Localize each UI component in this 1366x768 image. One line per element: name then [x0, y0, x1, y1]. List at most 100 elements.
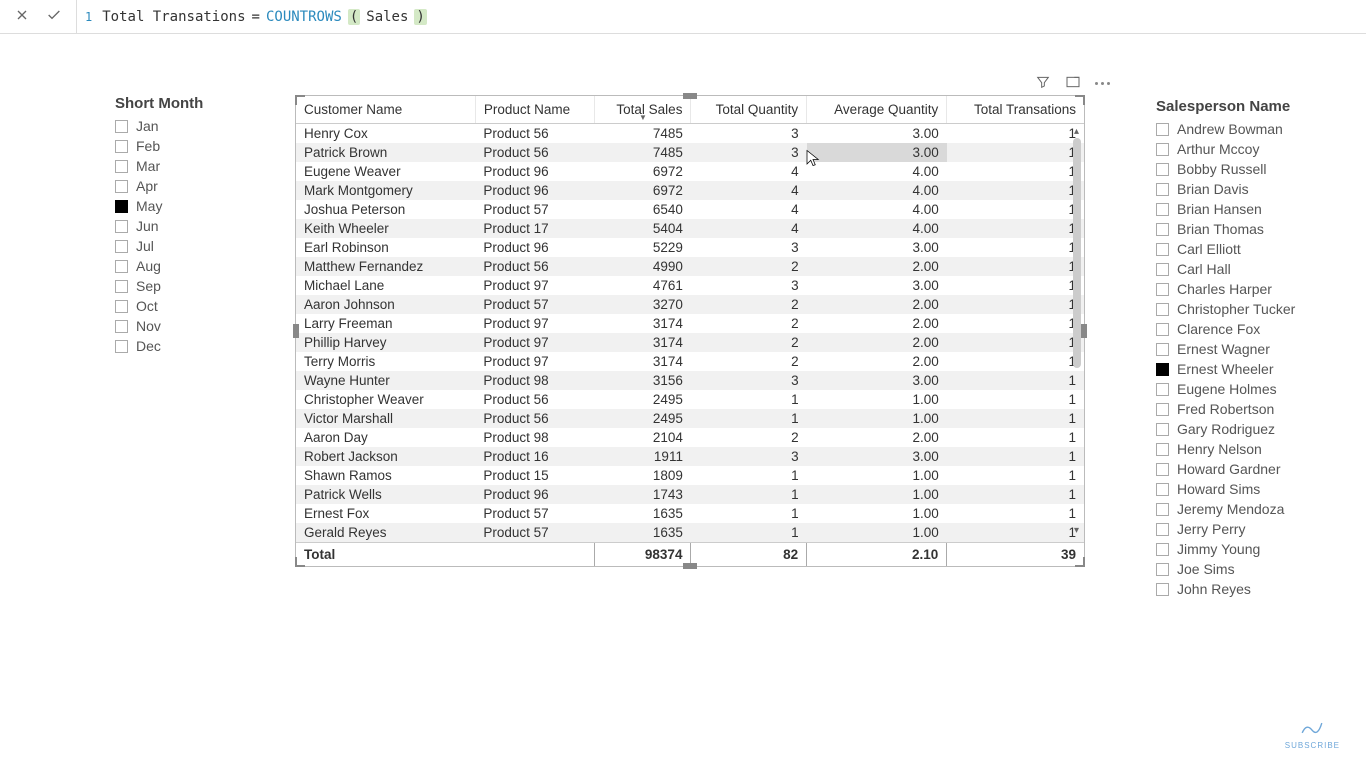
- col-header-customer[interactable]: Customer Name: [296, 96, 475, 124]
- table-row[interactable]: Mark Montgomery Product 96 6972 4 4.00 1: [296, 181, 1084, 200]
- col-header-trans[interactable]: Total Transations: [947, 96, 1084, 124]
- month-item[interactable]: Feb: [115, 138, 275, 154]
- table-row[interactable]: Keith Wheeler Product 17 5404 4 4.00 1: [296, 219, 1084, 238]
- salesperson-item[interactable]: Ernest Wagner: [1156, 341, 1316, 357]
- checkbox-icon[interactable]: [1156, 423, 1169, 436]
- checkbox-icon[interactable]: [1156, 543, 1169, 556]
- table-row[interactable]: Gerald Reyes Product 57 1635 1 1.00 1: [296, 523, 1084, 543]
- checkbox-icon[interactable]: [1156, 323, 1169, 336]
- month-item[interactable]: Oct: [115, 298, 275, 314]
- salesperson-item[interactable]: Jimmy Young: [1156, 541, 1316, 557]
- checkbox-icon[interactable]: [115, 240, 128, 253]
- salesperson-item[interactable]: Henry Nelson: [1156, 441, 1316, 457]
- checkbox-icon[interactable]: [1156, 183, 1169, 196]
- checkbox-icon[interactable]: [1156, 143, 1169, 156]
- checkbox-icon[interactable]: [1156, 263, 1169, 276]
- salesperson-item[interactable]: John Reyes: [1156, 581, 1316, 597]
- table-row[interactable]: Shawn Ramos Product 15 1809 1 1.00 1: [296, 466, 1084, 485]
- checkbox-icon[interactable]: [1156, 123, 1169, 136]
- checkbox-icon[interactable]: [115, 340, 128, 353]
- table-row[interactable]: Patrick Wells Product 96 1743 1 1.00 1: [296, 485, 1084, 504]
- focus-mode-icon[interactable]: [1065, 74, 1081, 93]
- checkbox-icon[interactable]: [1156, 223, 1169, 236]
- checkbox-icon[interactable]: [115, 120, 128, 133]
- scroll-thumb[interactable]: [1073, 138, 1081, 368]
- scroll-up-icon[interactable]: ▴: [1074, 126, 1079, 137]
- table-row[interactable]: Joshua Peterson Product 57 6540 4 4.00 1: [296, 200, 1084, 219]
- resize-handle[interactable]: [683, 563, 697, 569]
- month-item[interactable]: Dec: [115, 338, 275, 354]
- table-row[interactable]: Terry Morris Product 97 3174 2 2.00 1: [296, 352, 1084, 371]
- salesperson-item[interactable]: Fred Robertson: [1156, 401, 1316, 417]
- resize-handle[interactable]: [293, 324, 299, 338]
- salesperson-item[interactable]: Clarence Fox: [1156, 321, 1316, 337]
- table-row[interactable]: Larry Freeman Product 97 3174 2 2.00 1: [296, 314, 1084, 333]
- checkbox-icon[interactable]: [1156, 403, 1169, 416]
- salesperson-item[interactable]: Arthur Mccoy: [1156, 141, 1316, 157]
- checkbox-icon[interactable]: [115, 280, 128, 293]
- month-item[interactable]: May: [115, 198, 275, 214]
- cancel-formula-icon[interactable]: [14, 7, 30, 26]
- checkbox-icon[interactable]: [1156, 243, 1169, 256]
- filter-icon[interactable]: [1035, 74, 1051, 93]
- table-row[interactable]: Patrick Brown Product 56 7485 3 3.00 1: [296, 143, 1084, 162]
- month-item[interactable]: Sep: [115, 278, 275, 294]
- table-row[interactable]: Matthew Fernandez Product 56 4990 2 2.00…: [296, 257, 1084, 276]
- salesperson-item[interactable]: Brian Hansen: [1156, 201, 1316, 217]
- table-visual[interactable]: Customer Name Product Name Total Sales T…: [295, 95, 1085, 567]
- month-item[interactable]: Jun: [115, 218, 275, 234]
- table-row[interactable]: Henry Cox Product 56 7485 3 3.00 1: [296, 124, 1084, 144]
- salesperson-item[interactable]: Andrew Bowman: [1156, 121, 1316, 137]
- table-row[interactable]: Ernest Fox Product 57 1635 1 1.00 1: [296, 504, 1084, 523]
- checkbox-icon[interactable]: [1156, 283, 1169, 296]
- table-row[interactable]: Victor Marshall Product 56 2495 1 1.00 1: [296, 409, 1084, 428]
- col-header-sales[interactable]: Total Sales: [595, 96, 691, 124]
- scroll-down-icon[interactable]: ▾: [1074, 525, 1079, 536]
- table-row[interactable]: Earl Robinson Product 96 5229 3 3.00 1: [296, 238, 1084, 257]
- checkbox-icon[interactable]: [1156, 363, 1169, 376]
- checkbox-icon[interactable]: [1156, 443, 1169, 456]
- table-row[interactable]: Eugene Weaver Product 96 6972 4 4.00 1: [296, 162, 1084, 181]
- table-scrollbar[interactable]: ▴ ▾: [1069, 126, 1084, 536]
- table-row[interactable]: Phillip Harvey Product 97 3174 2 2.00 1: [296, 333, 1084, 352]
- table-row[interactable]: Robert Jackson Product 16 1911 3 3.00 1: [296, 447, 1084, 466]
- col-header-avg[interactable]: Average Quantity: [807, 96, 947, 124]
- salesperson-item[interactable]: Jeremy Mendoza: [1156, 501, 1316, 517]
- checkbox-icon[interactable]: [1156, 483, 1169, 496]
- checkbox-icon[interactable]: [115, 200, 128, 213]
- checkbox-icon[interactable]: [115, 260, 128, 273]
- checkbox-icon[interactable]: [1156, 463, 1169, 476]
- checkbox-icon[interactable]: [115, 300, 128, 313]
- checkbox-icon[interactable]: [1156, 163, 1169, 176]
- checkbox-icon[interactable]: [1156, 343, 1169, 356]
- checkbox-icon[interactable]: [1156, 583, 1169, 596]
- more-options-icon[interactable]: [1095, 82, 1110, 85]
- salesperson-item[interactable]: Ernest Wheeler: [1156, 361, 1316, 377]
- month-item[interactable]: Apr: [115, 178, 275, 194]
- salesperson-item[interactable]: Howard Gardner: [1156, 461, 1316, 477]
- resize-corner[interactable]: [295, 557, 305, 567]
- formula-input[interactable]: 1 Total Transations = COUNTROWS( Sales ): [77, 9, 435, 25]
- salesperson-item[interactable]: Carl Hall: [1156, 261, 1316, 277]
- checkbox-icon[interactable]: [115, 160, 128, 173]
- month-item[interactable]: Nov: [115, 318, 275, 334]
- month-item[interactable]: Mar: [115, 158, 275, 174]
- salesperson-item[interactable]: Charles Harper: [1156, 281, 1316, 297]
- salesperson-item[interactable]: Gary Rodriguez: [1156, 421, 1316, 437]
- checkbox-icon[interactable]: [1156, 383, 1169, 396]
- col-header-product[interactable]: Product Name: [475, 96, 595, 124]
- checkbox-icon[interactable]: [1156, 523, 1169, 536]
- table-row[interactable]: Michael Lane Product 97 4761 3 3.00 1: [296, 276, 1084, 295]
- checkbox-icon[interactable]: [1156, 203, 1169, 216]
- checkbox-icon[interactable]: [1156, 303, 1169, 316]
- salesperson-item[interactable]: Bobby Russell: [1156, 161, 1316, 177]
- col-header-qty[interactable]: Total Quantity: [691, 96, 807, 124]
- checkbox-icon[interactable]: [115, 140, 128, 153]
- salesperson-item[interactable]: Joe Sims: [1156, 561, 1316, 577]
- month-item[interactable]: Jan: [115, 118, 275, 134]
- checkbox-icon[interactable]: [1156, 563, 1169, 576]
- salesperson-item[interactable]: Howard Sims: [1156, 481, 1316, 497]
- month-item[interactable]: Aug: [115, 258, 275, 274]
- checkbox-icon[interactable]: [1156, 503, 1169, 516]
- resize-corner[interactable]: [1075, 557, 1085, 567]
